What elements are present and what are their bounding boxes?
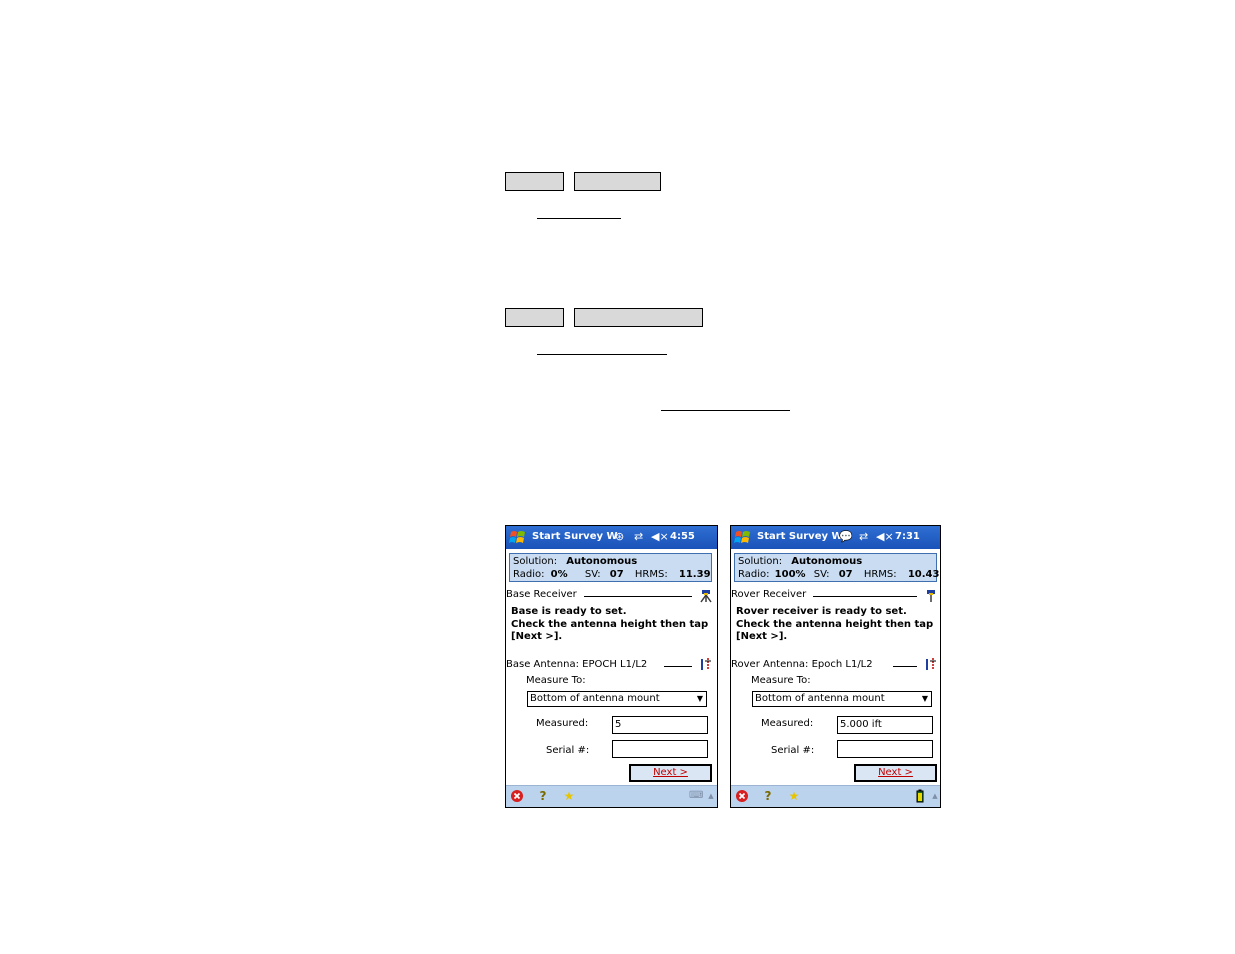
battery-icon[interactable] xyxy=(913,789,927,803)
windows-start-icon[interactable] xyxy=(509,529,526,546)
doc-blank-line-2 xyxy=(537,354,667,355)
doc-softkey-box-1 xyxy=(505,172,564,191)
ready-message-line-1: Rover receiver is ready to set. xyxy=(736,606,907,617)
receiver-heading-rule xyxy=(813,596,917,597)
volume-muted-icon[interactable]: ◀× xyxy=(876,531,894,543)
receiver-icon[interactable] xyxy=(924,589,938,603)
solution-label: Solution: xyxy=(738,556,783,567)
receiver-heading: Base Receiver xyxy=(506,589,577,600)
ready-message-line-2: Check the antenna height then tap xyxy=(511,618,709,630)
help-icon[interactable]: ? xyxy=(536,789,550,803)
clock-time[interactable]: 7:31 xyxy=(895,531,920,542)
hrms-value: 10.43 xyxy=(907,569,940,580)
receiver-heading: Rover Receiver xyxy=(731,589,807,600)
notification-bubble-icon[interactable]: 💬 xyxy=(839,531,853,543)
doc-softkey-box-3 xyxy=(505,308,564,327)
command-bar: ? ★ ▲ xyxy=(731,785,940,807)
measure-to-label: Measure To: xyxy=(751,675,811,686)
antenna-heading-rule xyxy=(893,666,917,667)
connectivity-icon[interactable]: ⇄ xyxy=(859,531,868,543)
antenna-heading-rule xyxy=(664,666,692,667)
command-bar: ? ★ ⌨ ▲ xyxy=(506,785,717,807)
radio-label: Radio: xyxy=(738,569,770,580)
antenna-measure-icon[interactable] xyxy=(699,657,713,671)
favorites-icon[interactable]: ★ xyxy=(787,789,801,803)
input-menu-arrow-icon[interactable]: ▲ xyxy=(704,789,717,803)
serial-number-input[interactable] xyxy=(612,740,708,758)
hrms-label: HRMS: xyxy=(863,569,897,580)
windows-start-icon[interactable] xyxy=(734,529,751,546)
measured-height-input[interactable]: 5 xyxy=(612,716,708,734)
next-button[interactable]: Next > xyxy=(854,764,937,782)
solution-value: Autonomous xyxy=(791,556,863,567)
antenna-heading: Base Antenna: EPOCH L1/L2 xyxy=(506,659,648,670)
solution-value: Autonomous xyxy=(566,556,638,567)
favorites-icon[interactable]: ★ xyxy=(562,789,576,803)
hrms-label: HRMS: xyxy=(634,569,668,580)
gps-status-panel: Solution: Autonomous Radio: 0% SV: 07 HR… xyxy=(509,553,712,582)
measured-label: Measured: xyxy=(536,718,589,729)
measured-label: Measured: xyxy=(761,718,814,729)
radio-value: 0% xyxy=(550,569,568,580)
close-icon[interactable] xyxy=(510,789,524,803)
ready-message-line-3: [Next >]. xyxy=(511,631,563,642)
antenna-heading: Rover Antenna: Epoch L1/L2 xyxy=(731,659,873,670)
next-button-label: Next > xyxy=(653,767,688,778)
ready-message-line-2: Check the antenna height then tap xyxy=(736,618,934,630)
doc-blank-line-3 xyxy=(661,410,790,411)
serial-label: Serial #: xyxy=(771,745,815,756)
ready-message-line-1: Base is ready to set. xyxy=(511,606,627,617)
measure-to-select[interactable]: Bottom of antenna mount ▼ xyxy=(527,691,707,707)
keyboard-icon[interactable]: ⌨ xyxy=(689,789,703,803)
window-title: Start Survey W xyxy=(532,531,618,542)
measured-height-input[interactable]: 5.000 ift xyxy=(837,716,933,734)
measure-to-value: Bottom of antenna mount xyxy=(530,693,660,704)
sv-label: SV: xyxy=(584,569,601,580)
hrms-value: 11.39 xyxy=(678,569,711,580)
title-bar: Start Survey W ⊛ ⇄ ◀× 4:55 xyxy=(506,526,717,549)
ready-message: Rover receiver is ready to set. Check th… xyxy=(736,606,933,644)
doc-blank-line-1 xyxy=(537,218,621,219)
connectivity-icon[interactable]: ⇄ xyxy=(634,531,643,543)
radio-value: 100% xyxy=(774,569,806,580)
input-menu-arrow-icon[interactable]: ▲ xyxy=(928,789,940,803)
measure-to-value: Bottom of antenna mount xyxy=(755,693,885,704)
serial-number-input[interactable] xyxy=(837,740,933,758)
activesync-icon[interactable]: ⊛ xyxy=(615,531,624,543)
receiver-icon[interactable] xyxy=(699,589,713,603)
doc-softkey-box-2 xyxy=(574,172,661,191)
sv-value: 07 xyxy=(609,569,624,580)
ready-message-line-3: [Next >]. xyxy=(736,631,788,642)
serial-label: Serial #: xyxy=(546,745,590,756)
dropdown-arrow-icon: ▼ xyxy=(696,694,703,703)
window-title: Start Survey W xyxy=(757,531,843,542)
solution-label: Solution: xyxy=(513,556,558,567)
base-receiver-screen: Start Survey W ⊛ ⇄ ◀× 4:55 Solution: Aut… xyxy=(505,525,718,808)
receiver-heading-rule xyxy=(584,596,692,597)
rover-receiver-screen: Start Survey W 💬 ⇄ ◀× 7:31 Solution: Aut… xyxy=(730,525,941,808)
close-icon[interactable] xyxy=(735,789,749,803)
volume-muted-icon[interactable]: ◀× xyxy=(651,531,669,543)
sv-label: SV: xyxy=(813,569,830,580)
measure-to-label: Measure To: xyxy=(526,675,586,686)
gps-status-panel: Solution: Autonomous Radio: 100% SV: 07 … xyxy=(734,553,940,582)
clock-time[interactable]: 4:55 xyxy=(670,531,695,542)
ready-message: Base is ready to set. Check the antenna … xyxy=(511,606,708,644)
doc-softkey-box-4 xyxy=(574,308,703,327)
next-button[interactable]: Next > xyxy=(629,764,712,782)
dropdown-arrow-icon: ▼ xyxy=(921,694,928,703)
next-button-label: Next > xyxy=(878,767,913,778)
radio-label: Radio: xyxy=(513,569,545,580)
title-bar: Start Survey W 💬 ⇄ ◀× 7:31 xyxy=(731,526,940,549)
sv-value: 07 xyxy=(838,569,853,580)
antenna-measure-icon[interactable] xyxy=(924,657,938,671)
measure-to-select[interactable]: Bottom of antenna mount ▼ xyxy=(752,691,932,707)
help-icon[interactable]: ? xyxy=(761,789,775,803)
